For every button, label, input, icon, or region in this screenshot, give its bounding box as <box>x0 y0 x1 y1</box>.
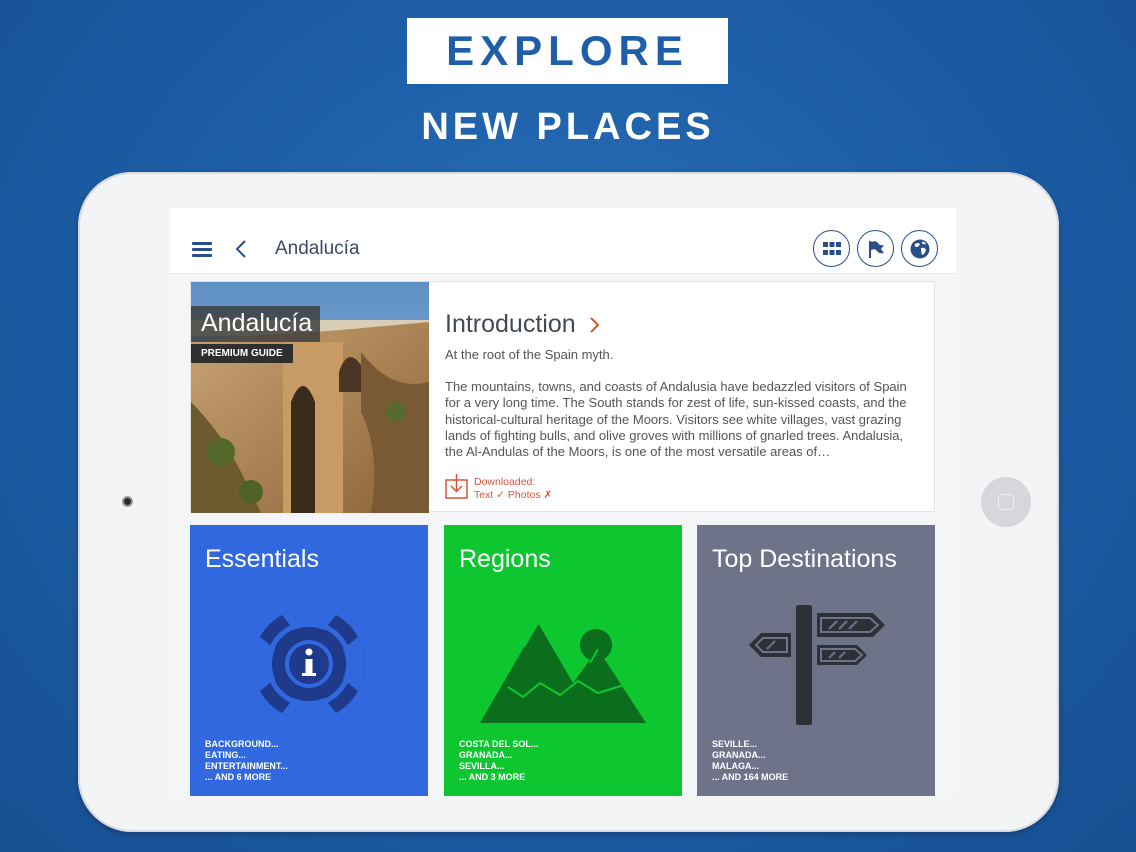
globe-icon <box>910 239 929 258</box>
tile-item: ... AND 3 MORE <box>459 772 526 782</box>
grid-icon <box>822 241 841 255</box>
download-status: Downloaded: Text ✓ Photos ✗ <box>474 476 552 502</box>
signpost-icon <box>749 605 885 725</box>
tile-item: SEVILLA... <box>459 761 505 771</box>
introduction-title-text: Introduction <box>445 310 576 338</box>
tile-items: COSTA DEL SOL... GRANADA... SEVILLA... .… <box>459 739 538 783</box>
tile-items: SEVILLE... GRANADA... MALAGA... ... AND … <box>712 739 788 783</box>
download-label: Downloaded: <box>474 476 536 488</box>
back-icon[interactable] <box>234 238 248 260</box>
download-icon <box>445 474 468 499</box>
introduction-card[interactable]: Andalucía PREMIUM GUIDE Introduction At … <box>190 281 935 513</box>
tile-item: ... AND 164 MORE <box>712 772 789 782</box>
tile-essentials[interactable]: Essentials BACKGROUND... EATING... ENTER… <box>190 525 428 796</box>
tile-title: Essentials <box>205 545 319 573</box>
introduction-title[interactable]: Introduction <box>445 310 600 339</box>
andalucia-photo: Andalucía PREMIUM GUIDE <box>191 282 429 513</box>
top-bar: Andalucía <box>170 208 956 274</box>
tile-title: Regions <box>459 545 551 573</box>
hero-subheadline: NEW PLACES <box>421 106 715 148</box>
flag-button[interactable] <box>857 230 894 267</box>
tile-item: GRANADA... <box>712 750 766 760</box>
menu-icon[interactable] <box>192 242 212 257</box>
tile-top-destinations[interactable]: Top Destinations SEVILLE... GRANADA... M… <box>697 525 935 796</box>
camera-dot <box>122 496 133 507</box>
globe-button[interactable] <box>901 230 938 267</box>
introduction-subtitle: At the root of the Spain myth. <box>445 347 614 362</box>
introduction-body: The mountains, towns, and coasts of Anda… <box>445 379 907 460</box>
home-button[interactable] <box>981 477 1031 527</box>
photo-label: Andalucía <box>191 306 321 342</box>
mountains-icon <box>480 623 646 723</box>
tile-item: COSTA DEL SOL... <box>459 739 539 749</box>
hero-headline: EXPLORE <box>446 27 689 74</box>
tile-item: EATING... <box>205 750 246 760</box>
tile-item: GRANADA... <box>459 750 513 760</box>
hero-headline-box: EXPLORE <box>407 18 728 84</box>
tile-item: MALAGA... <box>712 761 759 771</box>
app-screen: Andalucía Andalucía PREMIUM GUIDE Introd… <box>170 208 956 796</box>
page-title: Andalucía <box>275 238 360 259</box>
tile-items: BACKGROUND... EATING... ENTERTAINMENT...… <box>205 739 288 783</box>
tile-item: ... AND 6 MORE <box>205 772 272 782</box>
download-detail: Text ✓ Photos ✗ <box>474 489 553 501</box>
flag-icon <box>868 240 884 258</box>
tile-title: Top Destinations <box>712 545 897 573</box>
grid-button[interactable] <box>813 230 850 267</box>
premium-guide-badge: PREMIUM GUIDE <box>191 344 293 363</box>
tile-item: BACKGROUND... <box>205 739 279 749</box>
tile-regions[interactable]: Regions COSTA DEL SOL... GRANADA... SEVI… <box>444 525 682 796</box>
chevron-right-icon <box>589 316 600 333</box>
tile-item: SEVILLE... <box>712 739 758 749</box>
lifebuoy-info-icon <box>253 608 365 720</box>
tile-item: ENTERTAINMENT... <box>205 761 288 771</box>
